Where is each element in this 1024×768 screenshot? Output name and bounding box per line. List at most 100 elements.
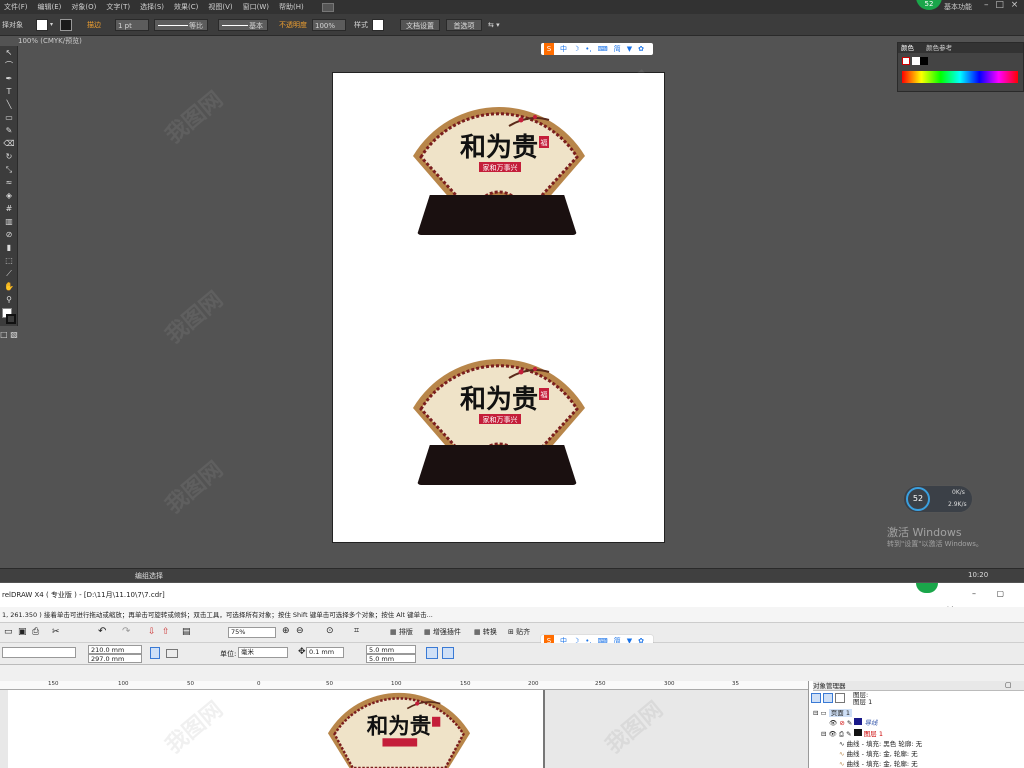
page-width-input[interactable]: 210.0 mm bbox=[88, 645, 142, 654]
fill-swatch[interactable] bbox=[36, 19, 48, 31]
cut-icon[interactable]: ✂ bbox=[52, 627, 60, 637]
unit-select[interactable]: 毫米 bbox=[238, 647, 288, 658]
align-icon[interactable]: ⇆ ▾ bbox=[488, 19, 500, 31]
collapse-icon[interactable]: ⊟ bbox=[813, 709, 818, 717]
redo-icon[interactable]: ↷ bbox=[122, 626, 130, 637]
artboard-tool-icon[interactable]: ⬚ bbox=[0, 254, 18, 267]
edit-pencil-icon[interactable]: ✎ bbox=[847, 719, 852, 727]
warp-tool-icon[interactable]: ≈ bbox=[0, 176, 18, 189]
corel-canvas[interactable]: 和为贵 我图网 我图网 bbox=[0, 690, 808, 768]
menu-view[interactable]: 视图(V) bbox=[208, 2, 232, 12]
minimize-icon[interactable]: – bbox=[984, 0, 989, 10]
chevron-down-icon[interactable]: ▾ bbox=[50, 19, 53, 31]
export-icon[interactable]: ⇧ bbox=[162, 627, 170, 637]
keyboard-icon[interactable]: ⌨ bbox=[598, 43, 608, 55]
app-launcher-icon[interactable]: ▤ bbox=[182, 627, 191, 637]
color-mode-icon[interactable]: □ ▧ bbox=[0, 328, 18, 341]
publish-button[interactable]: ▦ 排版 bbox=[390, 627, 413, 637]
page-height-input[interactable]: 297.0 mm bbox=[88, 654, 142, 663]
brush-tool-icon[interactable]: ✎ bbox=[0, 124, 18, 137]
eyedropper-tool-icon[interactable]: ⊘ bbox=[0, 228, 18, 241]
paper-size-select[interactable] bbox=[2, 647, 76, 658]
collapse-icon[interactable]: ⊟ bbox=[821, 730, 826, 738]
eye-icon[interactable]: 👁 bbox=[829, 719, 837, 727]
skin-icon[interactable]: ▼ bbox=[627, 43, 632, 55]
ime-mode-chinese[interactable]: 中 bbox=[560, 43, 567, 55]
layer-manager-icon[interactable] bbox=[823, 693, 833, 703]
curve-object-2[interactable]: ∿ 曲线 - 填充: 金, 轮廓: 无 bbox=[839, 749, 918, 759]
stroke-weight-input[interactable]: 1 pt bbox=[115, 19, 149, 31]
portrait-icon[interactable] bbox=[150, 647, 160, 659]
landscape-icon[interactable] bbox=[166, 649, 178, 658]
print-icon[interactable]: ⎙ bbox=[32, 627, 39, 637]
paste-button[interactable]: ⊞ 贴齐 bbox=[508, 627, 530, 637]
import-icon[interactable]: ⇩ bbox=[148, 627, 156, 637]
layer-view-icon[interactable] bbox=[835, 693, 845, 703]
plugin-button[interactable]: ▦ 增强插件 bbox=[424, 627, 461, 637]
scale-tool-icon[interactable]: ⤡ bbox=[0, 163, 18, 176]
zoom-in-icon[interactable]: ⊕ bbox=[282, 626, 290, 636]
zoom-select[interactable]: 75% bbox=[228, 627, 276, 638]
spectrum-bar[interactable] bbox=[902, 71, 1018, 83]
no-print-icon[interactable]: ⊘ bbox=[839, 719, 844, 727]
arrange-documents-icon[interactable] bbox=[321, 2, 334, 12]
minimize-icon[interactable]: – bbox=[972, 589, 976, 598]
gradient-tool-icon[interactable]: ▥ bbox=[0, 215, 18, 228]
selection-tool-icon[interactable]: ↖ bbox=[0, 46, 18, 59]
save-icon[interactable]: ▣ bbox=[18, 627, 27, 637]
menu-effect[interactable]: 效果(C) bbox=[174, 2, 198, 12]
tab-color[interactable]: 颜色 bbox=[901, 44, 914, 52]
menu-file[interactable]: 文件(F) bbox=[4, 2, 28, 12]
convert-button[interactable]: ▦ 转换 bbox=[474, 627, 497, 637]
corel-page[interactable]: 和为贵 bbox=[8, 690, 545, 768]
lasso-tool-icon[interactable]: ⌒ bbox=[0, 59, 18, 72]
rectangle-tool-icon[interactable]: ▭ bbox=[0, 111, 18, 124]
eraser-tool-icon[interactable]: ⌫ bbox=[0, 137, 18, 150]
line-tool-icon[interactable]: ╲ bbox=[0, 98, 18, 111]
opacity-input[interactable]: 100% bbox=[312, 19, 346, 31]
zoom-out-icon[interactable]: ⊖ bbox=[296, 626, 304, 636]
maximize-icon[interactable]: □ bbox=[995, 0, 1004, 10]
duplicate-y-input[interactable]: 5.0 mm bbox=[366, 654, 416, 663]
settings-icon[interactable]: ✿ bbox=[638, 43, 644, 55]
mesh-tool-icon[interactable]: # bbox=[0, 202, 18, 215]
curve-object-1[interactable]: ∿ 曲线 - 填充: 黑色 轮廓: 无 bbox=[839, 739, 922, 749]
eye-icon[interactable]: 👁 bbox=[829, 730, 837, 738]
brush-definition[interactable]: 基本 bbox=[218, 19, 268, 31]
document-tab[interactable]: 100% (CMYK/预览) bbox=[0, 36, 100, 46]
new-file-icon[interactable]: ▭ bbox=[4, 627, 13, 637]
fill-stroke-icon[interactable] bbox=[0, 306, 18, 328]
stroke-swatch[interactable] bbox=[60, 19, 72, 31]
preferences-button[interactable]: 首选项 bbox=[446, 19, 482, 31]
pen-tool-icon[interactable]: ✒ bbox=[0, 72, 18, 85]
page-node[interactable]: ⊟ ▭ 页面 1 bbox=[813, 708, 852, 718]
object-manager-close-icon[interactable]: ▢ bbox=[1005, 681, 1012, 689]
document-setup-button[interactable]: 文档设置 bbox=[400, 19, 440, 31]
ime-mode-simplified[interactable]: 简 bbox=[614, 43, 621, 55]
page-layout-alt-icon[interactable] bbox=[442, 647, 454, 659]
menu-edit[interactable]: 编辑(E) bbox=[38, 2, 62, 12]
curve-object-3[interactable]: ∿ 曲线 - 填充: 金, 轮廓: 无 bbox=[839, 759, 918, 768]
stand-base-bottom[interactable] bbox=[417, 445, 577, 485]
print-icon[interactable]: ⎙ bbox=[839, 730, 844, 738]
tab-color-guide[interactable]: 颜色参考 bbox=[926, 44, 952, 52]
menu-window[interactable]: 窗口(W) bbox=[243, 2, 269, 12]
moon-icon[interactable]: ☽ bbox=[573, 43, 579, 55]
nudge-input[interactable]: 0.1 mm bbox=[306, 647, 344, 658]
opacity-label[interactable]: 不透明度 bbox=[279, 19, 307, 31]
shape-builder-icon[interactable]: ◈ bbox=[0, 189, 18, 202]
corel-fan-display[interactable]: 和为贵 bbox=[324, 692, 474, 768]
workspace-label[interactable]: 基本功能 bbox=[944, 2, 972, 12]
variable-width-profile[interactable]: 等比 bbox=[154, 19, 208, 31]
page-layout-icon[interactable] bbox=[426, 647, 438, 659]
stand-base-top[interactable] bbox=[417, 195, 577, 235]
black-swatch[interactable] bbox=[920, 57, 928, 65]
white-swatch[interactable] bbox=[912, 57, 920, 65]
type-tool-icon[interactable]: T bbox=[0, 85, 18, 98]
maximize-icon[interactable]: ▢ bbox=[997, 589, 1005, 598]
none-swatch[interactable] bbox=[902, 57, 910, 65]
style-swatch[interactable] bbox=[372, 19, 384, 31]
menu-object[interactable]: 对象(O) bbox=[71, 2, 96, 12]
hand-tool-icon[interactable]: ✋ bbox=[0, 280, 18, 293]
layer-1[interactable]: ⊟ 👁 ⎙ ✎ 图层 1 bbox=[821, 729, 883, 739]
